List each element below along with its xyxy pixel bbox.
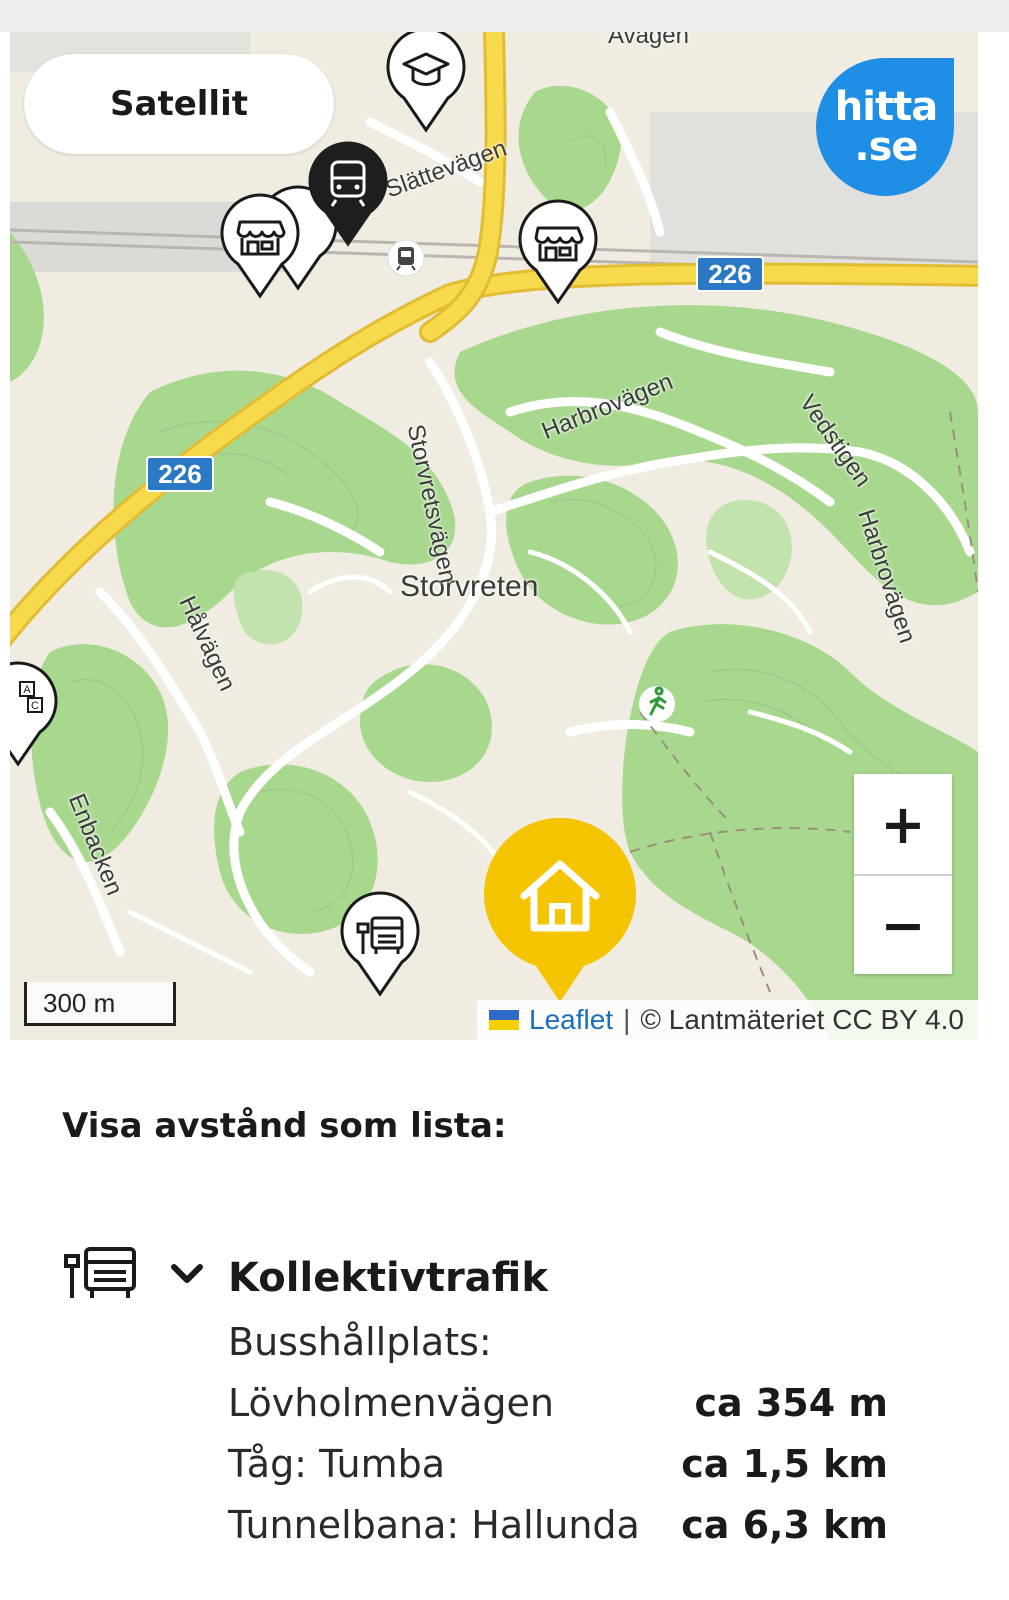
hitta-logo[interactable]: hitta .se xyxy=(816,58,954,196)
map-attribution: Leaflet | © Lantmäteriet CC BY 4.0 xyxy=(477,1000,978,1040)
list-item-label: Tunnelbana: Hallunda xyxy=(228,1503,640,1547)
chevron-down-icon[interactable] xyxy=(170,1262,204,1286)
ukraine-flag-icon xyxy=(489,1010,520,1030)
school-marker[interactable] xyxy=(384,32,468,134)
list-item-label: Tåg: Tumba xyxy=(228,1442,446,1486)
map-scale: 300 m xyxy=(24,982,176,1026)
list-item: Busshållplats: xyxy=(228,1320,888,1370)
list-item-distance: ca 6,3 km xyxy=(681,1503,888,1547)
top-strip xyxy=(0,0,1009,32)
distance-list-heading: Visa avstånd som lista: xyxy=(62,1106,507,1146)
shop-marker[interactable] xyxy=(516,198,600,306)
list-item-distance: ca 354 m xyxy=(694,1381,888,1425)
satellite-toggle-button[interactable]: Satellit xyxy=(24,54,334,154)
road-shield-226: 226 xyxy=(146,456,214,492)
zoom-control: + − xyxy=(854,774,952,974)
leaflet-link[interactable]: Leaflet xyxy=(529,1004,613,1036)
svg-text:C: C xyxy=(31,700,39,712)
district-label: Storvreten xyxy=(400,570,539,603)
street-label-avagen: Avägen xyxy=(608,32,689,49)
list-item: Tåg: Tumba ca 1,5 km xyxy=(228,1442,888,1492)
list-item: Tunnelbana: Hallunda ca 6,3 km xyxy=(228,1503,888,1553)
svg-text:A: A xyxy=(23,684,31,696)
zoom-out-button[interactable]: − xyxy=(854,874,952,974)
map-view[interactable]: Storvreten 226 226 Storvretsvägen Harbro… xyxy=(10,32,978,1040)
bus-stop-icon xyxy=(64,1247,136,1298)
zoom-in-button[interactable]: + xyxy=(854,774,952,874)
attribution-text: © Lantmäteriet CC BY 4.0 xyxy=(640,1004,964,1035)
category-title[interactable]: Kollektivtrafik xyxy=(228,1255,548,1301)
list-item: Lövholmenvägen ca 354 m xyxy=(228,1381,888,1431)
list-item-label: Busshållplats: xyxy=(228,1320,492,1364)
train-station-marker[interactable] xyxy=(306,140,390,248)
bus-stop-marker[interactable] xyxy=(338,890,422,998)
home-marker[interactable] xyxy=(480,816,640,1006)
shop-marker[interactable] xyxy=(218,192,302,300)
road-shield-226: 226 xyxy=(696,256,764,292)
attribution-separator: | xyxy=(623,1004,631,1035)
list-item-label: Lövholmenvägen xyxy=(228,1381,554,1425)
hitta-logo-suffix: .se xyxy=(854,124,918,170)
preschool-marker[interactable]: A C xyxy=(10,660,60,768)
list-item-distance: ca 1,5 km xyxy=(681,1442,888,1486)
